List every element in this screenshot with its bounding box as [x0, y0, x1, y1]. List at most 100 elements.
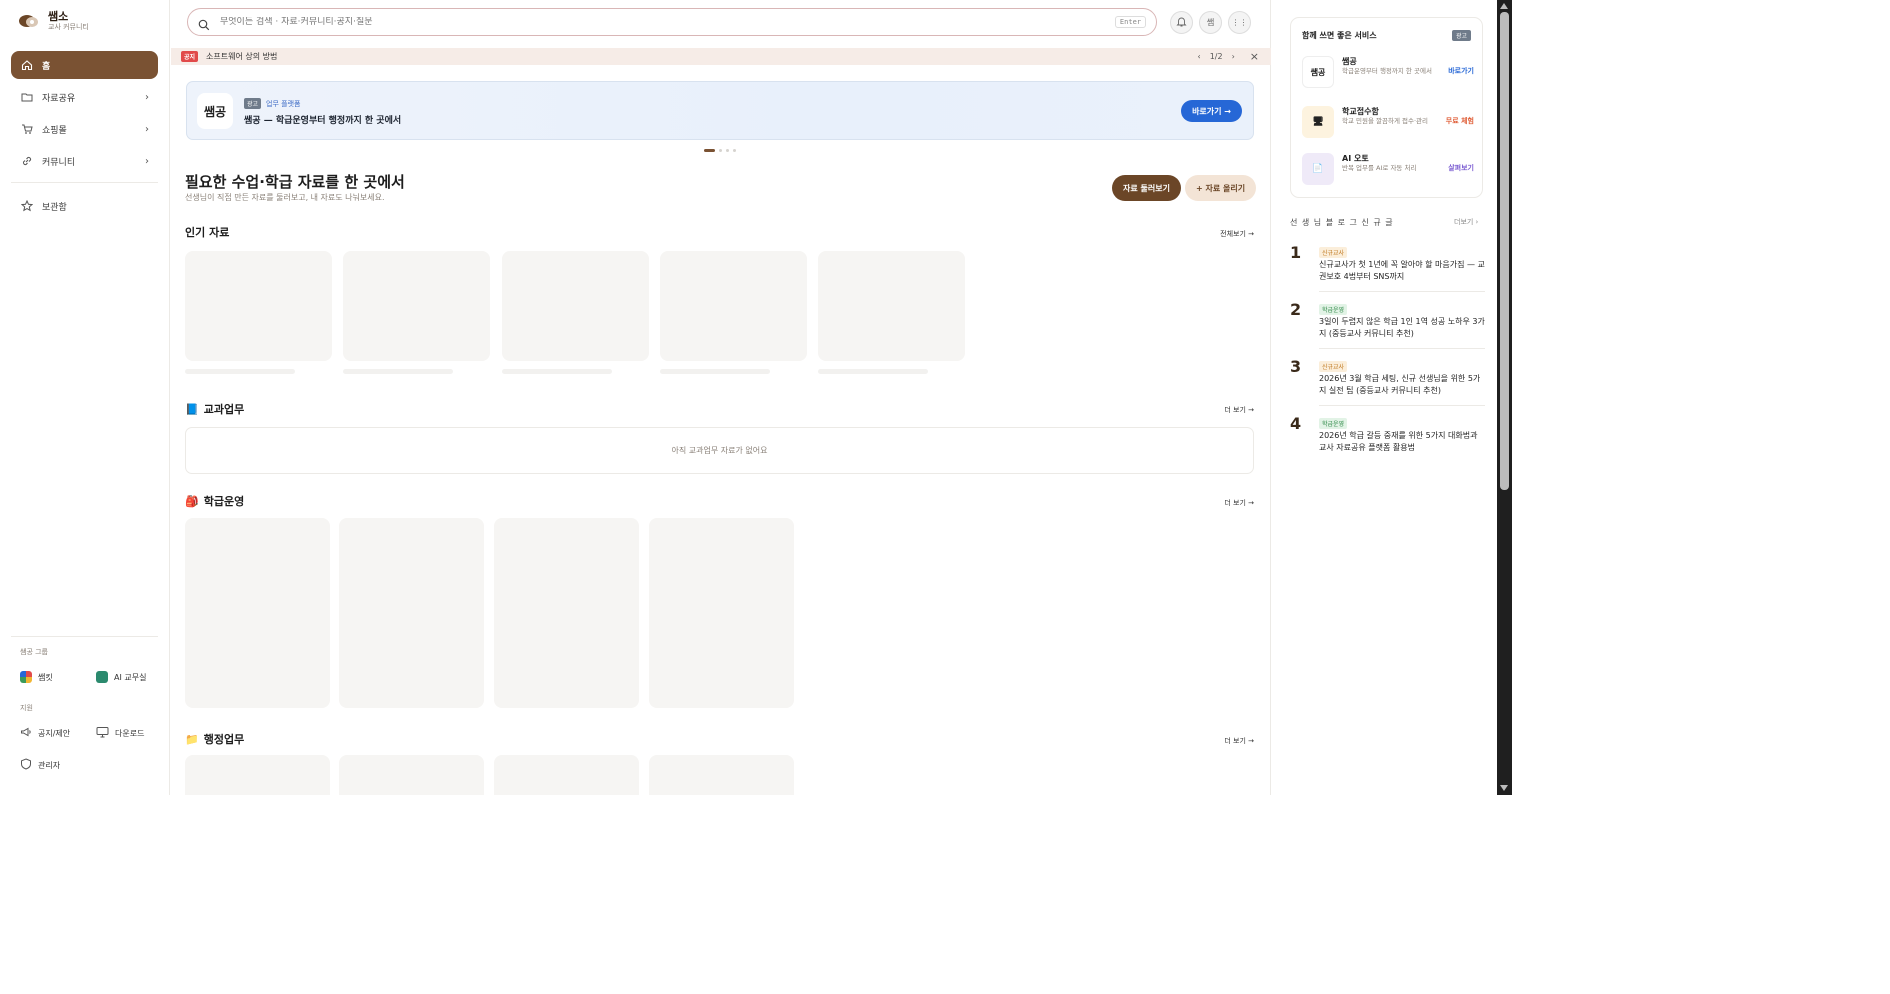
service-item[interactable]: 쌤공 쌤공 학급운영부터 행정까지 한 곳에서 바로가기 [1302, 55, 1474, 91]
services-title: 함께 쓰면 좋은 서비스 [1302, 31, 1377, 40]
blog-rank-more-link[interactable]: 더보기 › [1454, 217, 1478, 227]
service-action-link[interactable]: 살펴보기 [1448, 163, 1474, 173]
sidebar-item-resources[interactable]: 자료공유 › [11, 83, 158, 111]
sidebar-divider [11, 636, 158, 637]
banner-title: 쌤공 — 학급운영부터 행정까지 한 곳에서 [244, 116, 402, 126]
service-item[interactable]: 🖥 학교접수함 학교 민원을 깔끔하게 접수·관리 무료 체험 [1302, 105, 1474, 141]
admin-more-link[interactable]: 더 보기 → [1224, 736, 1254, 746]
rank-number: 1 [1290, 243, 1302, 262]
scroll-down-arrow-icon[interactable] [1500, 785, 1508, 791]
shield-icon [20, 758, 32, 772]
upload-resource-button[interactable]: + 자료 올리기 [1185, 175, 1257, 201]
section-title-admin: 📁 행정업무 [185, 731, 244, 747]
notice-badge: 공지 [181, 51, 199, 62]
megaphone-icon [20, 726, 32, 740]
carousel-dot[interactable] [733, 149, 736, 152]
empty-state-text: 아직 교과업무 자료가 없어요 [671, 446, 768, 455]
document-icon: 📄 [1302, 153, 1334, 185]
page-title: 필요한 수업·학급 자료를 한 곳에서 [185, 173, 405, 191]
search-icon [198, 16, 210, 31]
star-icon [20, 200, 33, 213]
service-action-link[interactable]: 무료 체험 [1446, 116, 1474, 126]
apps-menu-button[interactable]: ⋮⋮ [1228, 11, 1251, 34]
sidebar-link-ssamkit[interactable]: 쌤킷 [20, 671, 53, 683]
banner-go-button[interactable]: 바로가기 → [1181, 100, 1242, 122]
brand-subtitle: 교사 커뮤니티 [48, 23, 89, 31]
link-icon [20, 155, 33, 168]
sidebar-link-label: 관리자 [38, 760, 61, 770]
sidebar-link-notice[interactable]: 공지/제안 [20, 726, 70, 740]
sidebar-link-admin[interactable]: 관리자 [20, 758, 60, 772]
sidebar-item-label: 홈 [42, 61, 51, 72]
resource-card-skeleton [185, 518, 330, 708]
carousel-dot[interactable] [719, 149, 722, 152]
brand-name: 쌤소 [48, 10, 69, 23]
close-icon[interactable]: × [1250, 50, 1259, 63]
resource-card-skeleton [185, 755, 330, 795]
promo-banner[interactable]: 쌤공 광고 업무 플랫폼 쌤공 — 학급운영부터 행정까지 한 곳에서 바로가기… [186, 81, 1254, 140]
divider [1319, 348, 1485, 349]
divider [1319, 291, 1485, 292]
rank-category-badge: 학급운영 [1319, 418, 1348, 429]
home-icon [20, 59, 33, 72]
resource-card-skeleton [494, 755, 639, 795]
ssamgong-logo-icon: 쌤공 [1302, 56, 1334, 88]
chevron-left-icon[interactable]: ‹ [1198, 52, 1201, 61]
sidebar-item-shop[interactable]: 쇼핑몰 › [11, 115, 158, 143]
resource-card-skeleton [339, 755, 484, 795]
service-item[interactable]: 📄 AI 오토 반복 업무를 AI로 자동 처리 살펴보기 [1302, 152, 1474, 188]
brand-logo-icon [18, 13, 40, 29]
chevron-right-icon: › [145, 91, 149, 103]
book-icon: 📘 [185, 402, 199, 416]
banner-tag: 광고 업무 플랫폼 [244, 98, 300, 109]
service-name: 쌤공 [1342, 57, 1357, 66]
scroll-up-arrow-icon[interactable] [1500, 3, 1508, 9]
scrollbar-thumb[interactable] [1500, 12, 1509, 490]
sidebar-link-download[interactable]: 다운로드 [96, 726, 144, 740]
enter-key-hint: Enter [1114, 16, 1146, 28]
sidebar-link-label: AI 교무실 [114, 672, 147, 682]
services-box: 함께 쓰면 좋은 서비스 광고 쌤공 쌤공 학급운영부터 행정까지 한 곳에서 … [1290, 17, 1483, 198]
folder-icon [20, 91, 33, 104]
rank-number: 2 [1290, 300, 1302, 319]
popular-view-all-link[interactable]: 전체보기 → [1220, 229, 1254, 239]
resource-card-skeleton [660, 251, 807, 361]
carousel-dots [704, 149, 736, 152]
sidebar-item-home[interactable]: 홈 [11, 51, 158, 79]
backpack-icon: 🎒 [185, 494, 199, 508]
search-input[interactable] [220, 17, 1115, 27]
sidebar-link-ai-office[interactable]: AI 교무실 [96, 671, 146, 683]
sidebar-item-label: 쇼핑몰 [42, 125, 67, 136]
main-nav: 홈 자료공유 › 쇼핑몰 › 커뮤니티 › 보관함 [11, 51, 158, 224]
sidebar-item-label: 자료공유 [42, 93, 76, 104]
service-action-link[interactable]: 바로가기 [1448, 66, 1474, 76]
browse-resources-button[interactable]: 자료 둘러보기 [1112, 175, 1181, 201]
search-bar[interactable]: Enter [187, 8, 1157, 36]
profile-avatar-button[interactable]: 쌤 [1199, 11, 1222, 34]
inbox-icon: 🖥 [1302, 106, 1334, 138]
subject-more-link[interactable]: 더 보기 → [1224, 405, 1254, 415]
divider [1319, 405, 1485, 406]
skeleton-line [185, 369, 295, 374]
carousel-dot[interactable] [704, 149, 715, 152]
class-more-link[interactable]: 더 보기 → [1224, 498, 1254, 508]
section-title-label: 교과업무 [203, 403, 245, 416]
notifications-button[interactable] [1170, 11, 1193, 34]
sidebar-link-label: 쌤킷 [38, 672, 53, 682]
sidebar-item-label: 커뮤니티 [42, 157, 76, 168]
sidebar-item-saved[interactable]: 보관함 [11, 192, 158, 220]
notice-bar[interactable]: 공지 소프트웨어 상의 방법 ‹ 1/2 › × [171, 48, 1271, 65]
page-scrollbar[interactable] [1497, 0, 1512, 795]
grid-icon: ⋮⋮ [1231, 18, 1248, 27]
carousel-dot[interactable] [726, 149, 729, 152]
chevron-right-icon[interactable]: › [1232, 52, 1235, 61]
rank-post-title: 신규교사가 첫 1년에 꼭 알아야 할 마음가짐 — 교권보호 4법부터 SNS… [1319, 260, 1485, 281]
section-title-subject: 📘 교과업무 [185, 401, 244, 417]
sidebar-item-community[interactable]: 커뮤니티 › [11, 147, 158, 175]
section-title-label: 인기 자료 [185, 226, 230, 239]
folder-icon: 📁 [185, 732, 199, 746]
brand[interactable]: 쌤소 교사 커뮤니티 [18, 10, 89, 32]
service-name: 학교접수함 [1342, 107, 1379, 116]
rank-category-badge: 신규교사 [1319, 361, 1348, 372]
monitor-icon [96, 726, 109, 740]
